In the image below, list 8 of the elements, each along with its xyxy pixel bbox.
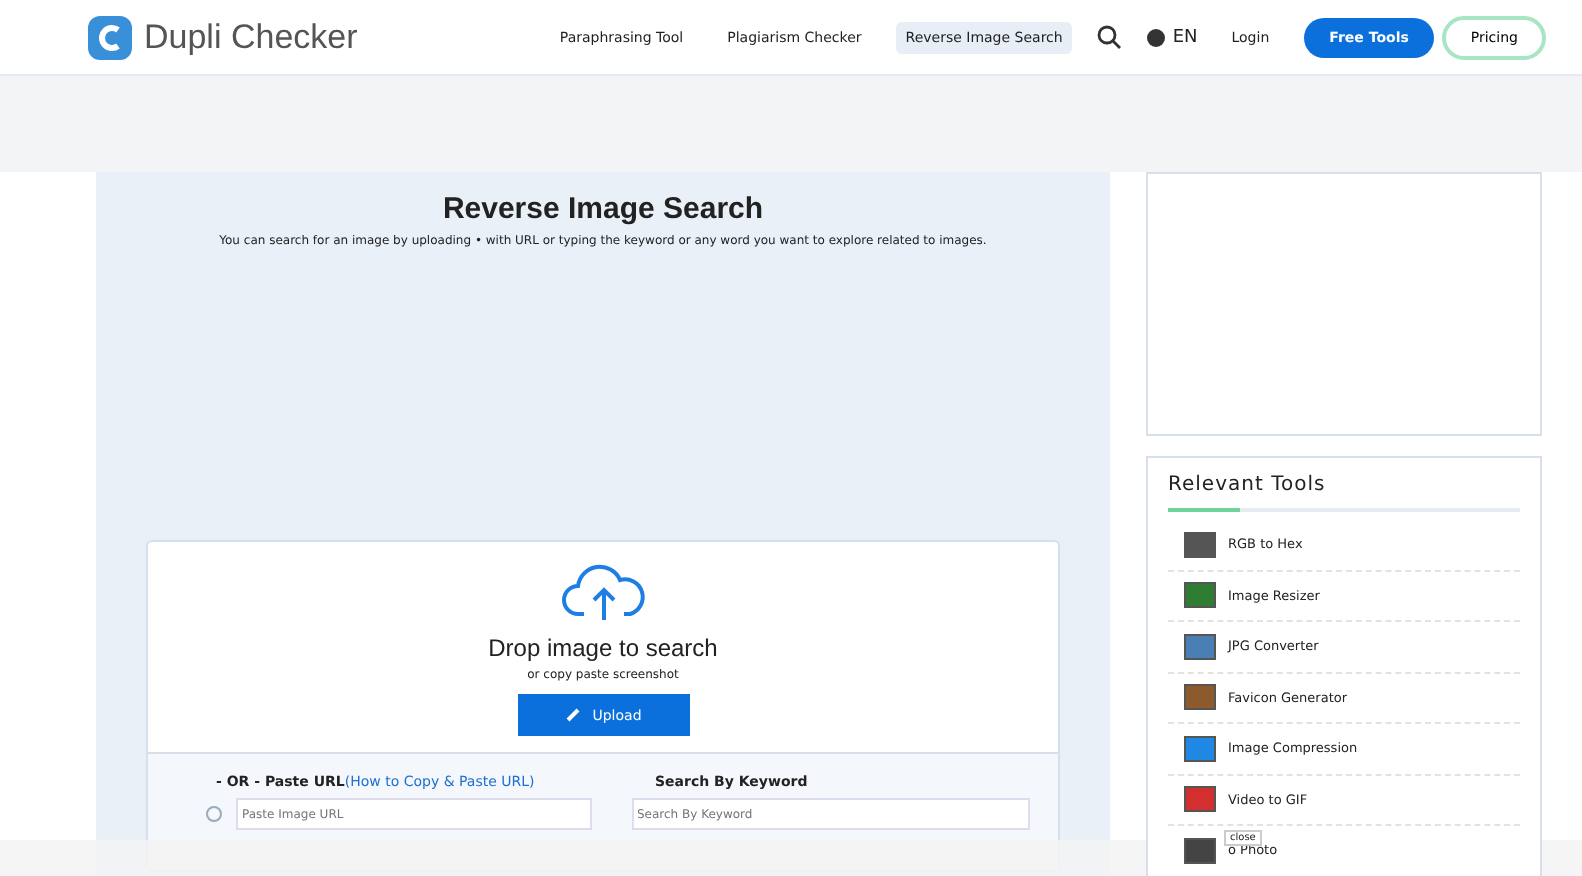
tools-title: Relevant Tools: [1168, 474, 1328, 496]
language-label[interactable]: EN: [1172, 27, 1198, 47]
cloud-upload-icon: [559, 562, 647, 622]
page-title: Reverse Image Search: [442, 192, 764, 226]
logo-text[interactable]: Dupli Checker: [144, 17, 358, 57]
logo-icon: [88, 15, 132, 59]
drop-title: Drop image to search: [488, 634, 718, 662]
search-icon[interactable]: [1096, 24, 1123, 50]
